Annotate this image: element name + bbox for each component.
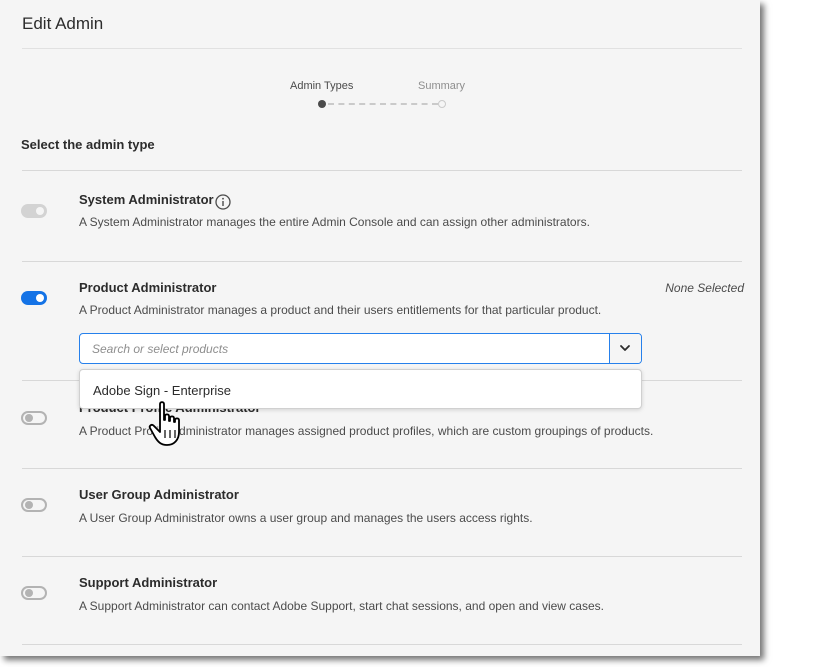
support-admin-toggle[interactable] [21,586,47,600]
product-admin-description: A Product Administrator manages a produc… [79,303,602,317]
step-progress-track [328,103,438,105]
stepper: Admin Types Summary [290,78,480,114]
toggle-knob [25,589,33,597]
edit-admin-panel: Edit Admin Admin Types Summary Select th… [0,0,760,656]
product-option-adobe-sign[interactable]: Adobe Sign - Enterprise [93,383,231,398]
page-title: Edit Admin [22,14,104,33]
toggle-knob [36,207,44,215]
row-divider [22,644,742,645]
toggle-knob [25,414,33,422]
step-summary-label: Summary [418,80,466,92]
toggle-knob [25,501,33,509]
product-search-input[interactable] [81,335,609,362]
product-admin-title: Product Administrator [79,280,217,295]
info-icon[interactable] [215,194,231,210]
step-summary-dot [438,100,446,108]
section-divider [22,170,742,171]
user-group-admin-toggle[interactable] [21,498,47,512]
step-admin-types-label: Admin Types [290,80,354,92]
product-search-combobox [79,333,642,364]
header-divider [22,48,742,49]
system-admin-title: System Administrator [79,192,214,207]
row-divider [22,261,742,262]
row-divider [22,468,742,469]
step-admin-types-dot [318,100,326,108]
row-divider [22,556,742,557]
product-dropdown-button[interactable] [609,334,641,363]
user-group-admin-title: User Group Administrator [79,487,239,502]
system-admin-toggle [21,204,47,218]
user-group-admin-description: A User Group Administrator owns a user g… [79,511,533,525]
product-selection-status: None Selected [665,281,744,295]
hand-pointer-icon [148,401,180,446]
product-admin-toggle[interactable] [21,291,47,305]
product-profile-admin-toggle[interactable] [21,411,47,425]
support-admin-title: Support Administrator [79,575,218,590]
system-admin-description: A System Administrator manages the entir… [79,215,590,229]
support-admin-description: A Support Administrator can contact Adob… [79,599,604,613]
chevron-down-icon [620,345,630,351]
toggle-knob [36,294,44,302]
section-title: Select the admin type [21,137,155,152]
